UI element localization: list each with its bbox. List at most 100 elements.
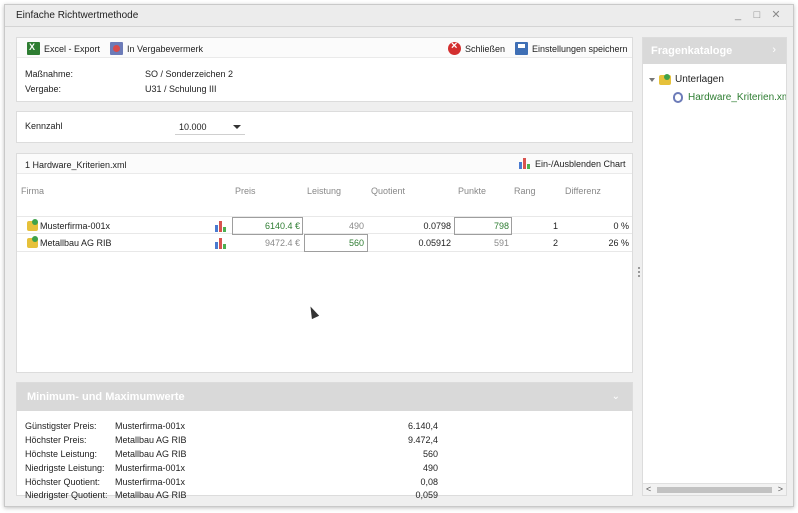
minmax-label: Niedrigster Quotient: (25, 490, 108, 500)
expand-triangle-icon[interactable] (649, 77, 655, 82)
vergabevermerk-button[interactable]: In Vergabevermerk (110, 42, 203, 55)
toggle-chart-label: Ein-/Ausblenden Chart (535, 158, 626, 169)
bar-chart-icon (519, 158, 531, 169)
column-rang: Rang (514, 186, 536, 196)
folder-icon (659, 73, 671, 85)
toggle-chart-button[interactable]: Ein-/Ausblenden Chart (519, 158, 626, 169)
header-panel: Excel - Export In Vergabevermerk Schließ… (16, 37, 633, 102)
tree-node-label: Unterlagen (675, 74, 724, 85)
row-punkte: 591 (493, 238, 509, 248)
kennzahl-select[interactable]: 10.000 (175, 119, 245, 135)
table-title: 1 Hardware_Kriterien.xml (25, 160, 127, 170)
table-row[interactable]: Musterfirma-001x 6140.4 € 490 0.0798 798… (17, 216, 632, 235)
attachment-icon (673, 92, 683, 103)
fragenkataloge-sidebar: Fragenkataloge › Unterlagen Hardware_Kri… (642, 37, 787, 496)
table-row[interactable]: Metallbau AG RIB 9472.4 € 560 0.05912 59… (17, 234, 632, 252)
minmax-label: Höchster Preis: (25, 435, 87, 445)
bar-chart-icon[interactable] (215, 238, 227, 249)
minmax-value: 490 (422, 463, 438, 473)
minmax-value: 6.140,4 (407, 421, 438, 431)
bar-chart-icon[interactable] (215, 221, 227, 232)
evaluation-table-panel: 1 Hardware_Kriterien.xml Ein-/Ausblenden… (16, 153, 633, 373)
window-title: Einfache Richtwertmethode (16, 10, 139, 21)
chevron-down-icon (233, 125, 241, 129)
row-differenz: 0 % (613, 221, 629, 231)
scroll-right-icon[interactable]: > (778, 484, 783, 494)
chevron-down-icon[interactable]: ⌄ (612, 391, 620, 402)
column-punkte: Punkte (458, 186, 487, 196)
minmax-company: Metallbau AG RIB (115, 435, 187, 445)
company-icon (27, 236, 38, 248)
column-quotient: Quotient (371, 186, 406, 196)
minmax-company: Metallbau AG RIB (115, 449, 187, 459)
window-controls: _ □ ✕ (733, 9, 781, 21)
minmax-value: 9.472,4 (407, 435, 438, 445)
scroll-left-icon[interactable]: < (646, 484, 651, 494)
vergabevermerk-label: In Vergabevermerk (127, 43, 204, 54)
row-leistung: 490 (348, 221, 364, 231)
massnahme-value: SO / Sonderzeichen 2 (145, 69, 234, 79)
horizontal-scrollbar[interactable]: < > (643, 483, 786, 495)
save-settings-button[interactable]: Einstellungen speichern (515, 42, 628, 55)
dialog-window: Einfache Richtwertmethode _ □ ✕ Excel - … (4, 4, 794, 507)
kennzahl-panel: Kennzahl 10.000 (16, 111, 633, 143)
row-preis: 9472.4 € (264, 238, 300, 248)
save-icon (515, 42, 528, 55)
scrollbar-thumb[interactable] (657, 487, 772, 493)
kennzahl-value: 10.000 (179, 122, 207, 132)
maximize-button[interactable]: □ (752, 9, 762, 21)
minmax-value: 0,08 (420, 477, 438, 487)
title-bar: Einfache Richtwertmethode _ □ ✕ (5, 5, 793, 27)
minmax-label: Günstigster Preis: (25, 421, 97, 431)
sidebar-title: Fragenkataloge (651, 45, 733, 57)
close-icon (448, 40, 461, 55)
schliessen-button[interactable]: Schließen (448, 40, 506, 55)
row-preis: 6140.4 € (264, 221, 300, 231)
column-differenz: Differenz (565, 186, 601, 196)
close-window-button[interactable]: ✕ (771, 9, 781, 21)
excel-icon (27, 42, 40, 55)
excel-export-label: Excel - Export (44, 43, 101, 54)
table-header-bar: 1 Hardware_Kriterien.xml Ein-/Ausblenden… (17, 154, 632, 174)
minmax-company: Metallbau AG RIB (115, 490, 187, 500)
company-icon (27, 219, 38, 231)
minmax-company: Musterfirma-001x (115, 421, 186, 431)
excel-export-button[interactable]: Excel - Export (27, 42, 100, 55)
tree-node-hardware-kriterien[interactable]: Hardware_Kriterien.xml (673, 92, 787, 103)
sidebar-header[interactable]: Fragenkataloge › (643, 38, 786, 64)
row-firma: Musterfirma-001x (40, 221, 111, 231)
minmax-label: Niedrigste Leistung: (25, 463, 105, 473)
row-firma: Metallbau AG RIB (40, 238, 112, 248)
minmax-header[interactable]: Minimum- und Maximumwerte ⌄ (17, 383, 632, 411)
row-punkte: 798 (493, 221, 509, 231)
minmax-title: Minimum- und Maximumwerte (27, 391, 185, 403)
row-quotient: 0.0798 (423, 221, 451, 231)
tree-node-unterlagen[interactable]: Unterlagen (649, 73, 724, 85)
minmax-company: Musterfirma-001x (115, 477, 186, 487)
chevron-right-icon[interactable]: › (772, 44, 776, 56)
vergabe-label: Vergabe: (25, 84, 62, 94)
row-quotient: 0.05912 (418, 238, 451, 248)
minmax-label: Höchster Quotient: (25, 477, 101, 487)
column-preis: Preis (235, 186, 256, 196)
row-leistung: 560 (348, 238, 364, 248)
panel-splitter-handle[interactable] (638, 267, 640, 277)
massnahme-label: Maßnahme: (25, 69, 74, 79)
minmax-value: 0,059 (415, 490, 438, 500)
document-icon (110, 42, 123, 55)
save-settings-label: Einstellungen speichern (532, 43, 628, 54)
minmax-panel: Minimum- und Maximumwerte ⌄ Günstigster … (16, 382, 633, 500)
row-rang: 1 (552, 221, 558, 231)
column-firma: Firma (21, 186, 44, 196)
column-leistung: Leistung (307, 186, 342, 196)
vergabe-value: U31 / Schulung III (145, 84, 217, 94)
kennzahl-label: Kennzahl (25, 121, 63, 131)
row-differenz: 26 % (608, 238, 629, 248)
toolbar: Excel - Export In Vergabevermerk Schließ… (17, 38, 632, 58)
row-rang: 2 (552, 238, 558, 248)
schliessen-label: Schließen (465, 43, 506, 54)
minmax-value: 560 (422, 449, 438, 459)
minimize-button[interactable]: _ (733, 9, 743, 21)
minmax-company: Musterfirma-001x (115, 463, 186, 473)
tree-node-label: Hardware_Kriterien.xml (688, 92, 787, 103)
